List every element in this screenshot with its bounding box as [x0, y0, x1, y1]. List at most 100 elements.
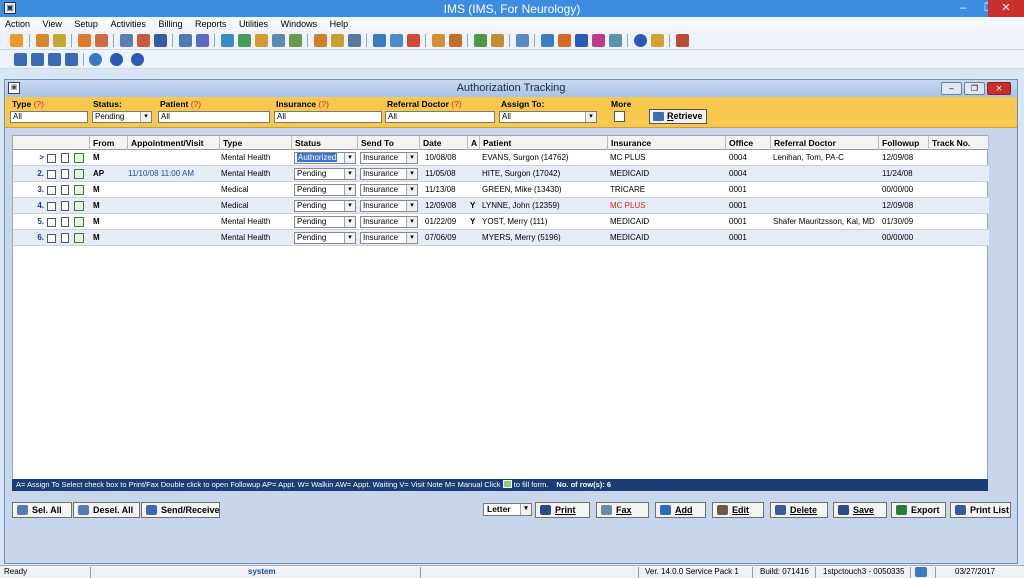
document-icon[interactable] — [61, 217, 69, 227]
send-to-select[interactable]: Insurance ▾ — [360, 216, 418, 228]
document-icon[interactable] — [120, 34, 133, 47]
insurance-lookup-link[interactable]: (?) — [319, 99, 329, 109]
type-lookup-link[interactable]: (?) — [34, 99, 44, 109]
previous-record-icon[interactable] — [31, 53, 44, 66]
image-icon[interactable] — [449, 34, 462, 47]
scan-icon[interactable] — [432, 34, 445, 47]
billing-icon[interactable] — [238, 34, 251, 47]
send-to-select[interactable]: Insurance ▾ — [360, 152, 418, 164]
table-icon[interactable] — [609, 34, 622, 47]
edit-button[interactable]: Edit — [712, 502, 764, 518]
status-select[interactable]: Pending ▾ — [294, 200, 356, 212]
header-type[interactable]: Type — [220, 136, 292, 150]
patient-icon[interactable] — [10, 34, 23, 47]
minimize-button[interactable]: – — [950, 0, 976, 17]
header-followup[interactable]: Followup — [879, 136, 929, 150]
shield-icon[interactable] — [154, 34, 167, 47]
row-checkbox[interactable] — [47, 154, 56, 163]
status-select[interactable]: Pending ▾ — [294, 232, 356, 244]
menu-help[interactable]: Help — [325, 17, 354, 31]
header-assign[interactable]: A — [468, 136, 480, 150]
mail-icon[interactable] — [373, 34, 386, 47]
table-row[interactable]: 6. M Mental Health 07/06/09 MYERS, Merry (51… — [13, 230, 989, 246]
status-select[interactable]: Authorized ▾ — [294, 152, 356, 164]
payment-icon[interactable] — [272, 34, 285, 47]
user-icon[interactable] — [36, 34, 49, 47]
calendar-icon[interactable] — [179, 34, 192, 47]
table-row[interactable]: > M Mental Health 10/08/08 EVANS, Surgon (14… — [13, 150, 989, 166]
monitor-icon[interactable] — [516, 34, 529, 47]
document-icon[interactable] — [61, 185, 69, 195]
close-button[interactable]: ✕ — [988, 0, 1024, 17]
fax-icon[interactable] — [314, 34, 327, 47]
row-checkbox[interactable] — [47, 202, 56, 211]
header-office[interactable]: Office — [726, 136, 771, 150]
chart-edit-icon[interactable] — [95, 34, 108, 47]
header-track-no[interactable]: Track No. — [929, 136, 989, 150]
send-to-select[interactable]: Insurance ▾ — [360, 200, 418, 212]
menu-reports[interactable]: Reports — [190, 17, 232, 31]
edit-doc-icon[interactable] — [348, 34, 361, 47]
retrieve-button[interactable]: Retrieve — [649, 109, 707, 124]
print-button[interactable]: Print — [535, 502, 590, 518]
status-select[interactable]: Pending ▾ — [294, 168, 356, 180]
tools-icon[interactable] — [331, 34, 344, 47]
first-record-icon[interactable] — [14, 53, 27, 66]
last-record-icon[interactable] — [65, 53, 78, 66]
users-icon[interactable] — [53, 34, 66, 47]
header-send-to[interactable]: Send To — [358, 136, 420, 150]
child-close-button[interactable]: ✕ — [987, 82, 1011, 95]
help-icon[interactable] — [110, 53, 123, 66]
header-status[interactable]: Status — [292, 136, 358, 150]
delete-button[interactable]: Delete — [770, 502, 828, 518]
referral-filter-input[interactable]: All — [385, 111, 495, 123]
header-date[interactable]: Date — [420, 136, 468, 150]
document-icon[interactable] — [61, 169, 69, 179]
row-checkbox[interactable] — [47, 186, 56, 195]
sync-icon[interactable] — [541, 34, 554, 47]
status-select[interactable]: Pending ▾ — [294, 216, 356, 228]
patient-filter-input[interactable]: All — [158, 111, 270, 123]
table-row[interactable]: 2. AP 11/10/08 11:00 AM Mental Health 11/05/… — [13, 166, 989, 182]
child-minimize-button[interactable]: – — [941, 82, 962, 95]
send-to-select[interactable]: Insurance ▾ — [360, 232, 418, 244]
select-all-button[interactable]: Sel. All — [12, 502, 72, 518]
header-insurance[interactable]: Insurance — [608, 136, 726, 150]
menu-windows[interactable]: Windows — [276, 17, 323, 31]
report-icon[interactable] — [289, 34, 302, 47]
header-appointment[interactable]: Appointment/Visit — [128, 136, 220, 150]
transfer-icon[interactable] — [558, 34, 571, 47]
notes-icon[interactable] — [196, 34, 209, 47]
status-select[interactable]: Pending ▾ — [294, 184, 356, 196]
print-list-button[interactable]: Print List — [950, 502, 1011, 518]
menu-action[interactable]: Action — [0, 17, 35, 31]
table-row[interactable]: 4. M Medical 12/09/08 Y LYNNE, John (12359) MC… — [13, 198, 989, 214]
send-to-select[interactable]: Insurance ▾ — [360, 184, 418, 196]
fill-form-icon[interactable] — [74, 201, 84, 211]
claim-icon[interactable] — [255, 34, 268, 47]
document-icon[interactable] — [61, 233, 69, 243]
type-filter-input[interactable]: All — [10, 111, 88, 123]
fill-form-icon[interactable] — [74, 217, 84, 227]
more-checkbox[interactable] — [614, 111, 625, 122]
menu-billing[interactable]: Billing — [153, 17, 187, 31]
folder-icon[interactable] — [78, 34, 91, 47]
lab-flask-icon[interactable] — [137, 34, 150, 47]
stats-icon[interactable] — [491, 34, 504, 47]
send-receive-button[interactable]: Send/Receive — [141, 502, 220, 518]
table-row[interactable]: 5. M Mental Health 01/22/09 Y YOST, Merry (11… — [13, 214, 989, 230]
header-patient[interactable]: Patient — [480, 136, 608, 150]
export-button[interactable]: Export — [891, 502, 946, 518]
menu-view[interactable]: View — [38, 17, 67, 31]
assign-to-filter-select[interactable]: All ▾ — [499, 111, 597, 123]
word-icon[interactable] — [575, 34, 588, 47]
row-checkbox[interactable] — [47, 218, 56, 227]
exit-icon[interactable] — [676, 34, 689, 47]
menu-setup[interactable]: Setup — [69, 17, 103, 31]
header-from[interactable]: From — [90, 136, 128, 150]
menu-utilities[interactable]: Utilities — [234, 17, 273, 31]
cancel-icon[interactable] — [131, 53, 144, 66]
insurance-filter-input[interactable]: All — [274, 111, 382, 123]
deselect-all-button[interactable]: Desel. All — [73, 502, 140, 518]
help-icon[interactable] — [634, 34, 647, 47]
